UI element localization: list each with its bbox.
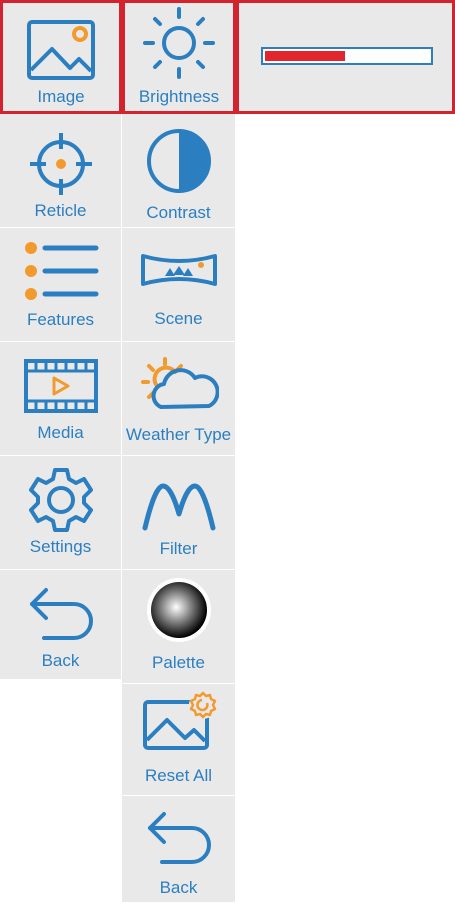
brightness-slider[interactable] bbox=[261, 47, 433, 65]
contrast-icon bbox=[146, 129, 211, 193]
menu-palette-button[interactable]: Palette bbox=[122, 570, 236, 684]
sun-cloud-icon bbox=[140, 357, 219, 409]
image-label: Image bbox=[37, 87, 85, 106]
menu-contrast-button[interactable]: Contrast bbox=[122, 114, 236, 228]
menu-settings-button[interactable]: Settings bbox=[0, 456, 122, 570]
reticle-icon bbox=[29, 133, 92, 195]
menu-reticle-button[interactable]: Reticle bbox=[0, 114, 122, 228]
brightness-label: Brightness bbox=[138, 87, 220, 106]
list-icon bbox=[24, 242, 98, 300]
menu-back-button-right[interactable]: Back bbox=[122, 796, 236, 903]
menu-weather-type-button[interactable]: Weather Type bbox=[122, 342, 236, 456]
palette-sphere-icon bbox=[146, 578, 211, 642]
filter-label: Filter bbox=[159, 539, 198, 558]
film-play-icon bbox=[23, 359, 98, 413]
media-label: Media bbox=[37, 423, 84, 442]
menu-reset-all-button[interactable]: Reset All bbox=[122, 684, 236, 796]
settings-label: Settings bbox=[29, 537, 92, 556]
contrast-label: Contrast bbox=[146, 203, 211, 222]
sun-icon bbox=[143, 7, 215, 79]
brightness-slider-fill bbox=[265, 51, 345, 61]
reticle-label: Reticle bbox=[34, 201, 87, 220]
back-label-left: Back bbox=[41, 651, 80, 670]
panorama-icon bbox=[140, 254, 217, 286]
image-reset-icon bbox=[142, 691, 217, 750]
gear-icon bbox=[28, 468, 93, 532]
peaks-icon bbox=[142, 483, 215, 531]
menu-back-button-left[interactable]: Back bbox=[0, 570, 122, 680]
menu-scene-button[interactable]: Scene bbox=[122, 228, 236, 342]
reset-all-label: Reset All bbox=[144, 766, 213, 785]
menu-media-button[interactable]: Media bbox=[0, 342, 122, 456]
palette-label: Palette bbox=[152, 653, 205, 672]
menu-image-button[interactable]: Image bbox=[0, 0, 122, 114]
image-icon bbox=[27, 20, 95, 80]
menu-features-button[interactable]: Features bbox=[0, 228, 122, 342]
back-label-right: Back bbox=[159, 878, 198, 897]
menu-filter-button[interactable]: Filter bbox=[122, 456, 236, 570]
features-label: Features bbox=[26, 310, 95, 329]
back-arrow-icon bbox=[29, 588, 93, 640]
menu-brightness-button[interactable]: Brightness bbox=[122, 0, 236, 114]
brightness-slider-panel bbox=[236, 0, 455, 114]
back-arrow-icon bbox=[147, 812, 211, 864]
weather-type-label: Weather Type bbox=[125, 425, 232, 444]
scene-label: Scene bbox=[154, 309, 203, 328]
